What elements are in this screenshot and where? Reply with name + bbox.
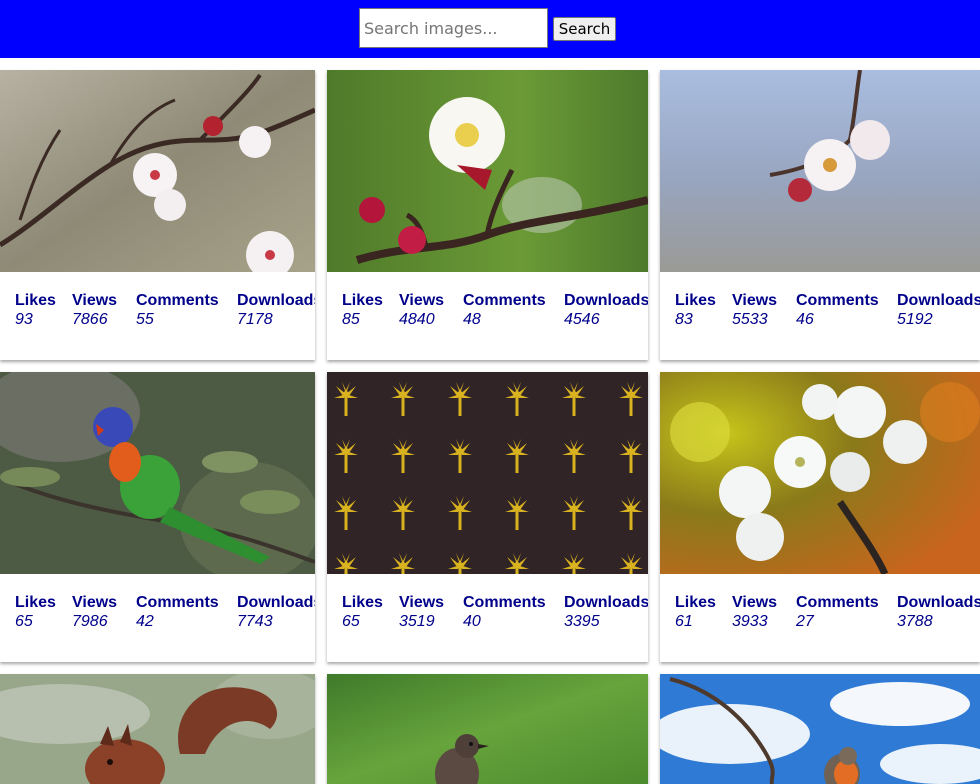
image-thumbnail[interactable] <box>0 674 315 784</box>
views-value: 5533 <box>732 311 768 328</box>
image-thumbnail[interactable] <box>0 70 315 272</box>
comments-stat: Comments 42 <box>136 593 219 631</box>
comments-stat: Comments 40 <box>463 593 546 631</box>
views-stat: Views 3519 <box>399 593 444 631</box>
downloads-stat: Downloads 4546 <box>564 291 648 329</box>
views-stat: Views 7986 <box>72 593 117 631</box>
views-value: 3933 <box>732 613 768 630</box>
likes-stat: Likes 65 <box>15 593 56 631</box>
image-thumbnail[interactable] <box>660 70 980 272</box>
downloads-label: Downloads <box>237 292 315 309</box>
image-card[interactable] <box>660 674 980 784</box>
likes-stat: Likes 85 <box>342 291 383 329</box>
likes-value: 83 <box>675 311 693 328</box>
downloads-value: 3788 <box>897 613 933 630</box>
downloads-stat: Downloads 3395 <box>564 593 648 631</box>
downloads-label: Downloads <box>564 292 648 309</box>
image-card[interactable]: Likes 65 Views 7986 Comments 42 Downloads 77… <box>0 372 315 662</box>
image-card[interactable] <box>0 674 315 784</box>
comments-stat: Comments 27 <box>796 593 879 631</box>
views-label: Views <box>399 292 445 309</box>
comments-label: Comments <box>463 594 546 611</box>
comments-value: 55 <box>136 311 154 328</box>
views-value: 3519 <box>399 613 435 630</box>
search-button[interactable]: Search <box>553 17 616 41</box>
downloads-value: 5192 <box>897 311 933 328</box>
downloads-label: Downloads <box>897 594 980 611</box>
image-thumbnail[interactable] <box>327 674 648 784</box>
downloads-stat: Downloads 5192 <box>897 291 980 329</box>
views-stat: Views 5533 <box>732 291 777 329</box>
downloads-value: 7743 <box>237 613 273 630</box>
downloads-label: Downloads <box>897 292 980 309</box>
image-card[interactable]: Likes 65 Views 3519 Comments 40 Downloads 33… <box>327 372 648 662</box>
views-stat: Views 4840 <box>399 291 444 329</box>
comments-value: 42 <box>136 613 154 630</box>
comments-label: Comments <box>136 594 219 611</box>
downloads-stat: Downloads 7178 <box>237 291 315 329</box>
comments-value: 46 <box>796 311 814 328</box>
image-card[interactable]: Likes 83 Views 5533 Comments 46 Downloads 51… <box>660 70 980 360</box>
comments-label: Comments <box>796 292 879 309</box>
comments-value: 27 <box>796 613 814 630</box>
image-stats: Likes 61 Views 3933 Comments 27 Downloads 37… <box>675 593 980 633</box>
views-value: 7866 <box>72 311 108 328</box>
comments-value: 48 <box>463 311 481 328</box>
likes-label: Likes <box>15 594 56 611</box>
likes-stat: Likes 93 <box>15 291 56 329</box>
comments-value: 40 <box>463 613 481 630</box>
image-thumbnail[interactable] <box>660 372 980 574</box>
likes-label: Likes <box>342 594 383 611</box>
likes-value: 65 <box>15 613 33 630</box>
downloads-label: Downloads <box>564 594 648 611</box>
likes-stat: Likes 61 <box>675 593 716 631</box>
image-card[interactable]: Likes 61 Views 3933 Comments 27 Downloads 37… <box>660 372 980 662</box>
image-thumbnail[interactable] <box>660 674 980 784</box>
comments-stat: Comments 48 <box>463 291 546 329</box>
likes-value: 85 <box>342 311 360 328</box>
likes-label: Likes <box>342 292 383 309</box>
downloads-stat: Downloads 3788 <box>897 593 980 631</box>
likes-label: Likes <box>15 292 56 309</box>
comments-label: Comments <box>796 594 879 611</box>
downloads-value: 4546 <box>564 311 600 328</box>
image-card[interactable]: Likes 93 Views 7866 Comments 55 Downloads 71… <box>0 70 315 360</box>
comments-label: Comments <box>136 292 219 309</box>
image-thumbnail[interactable] <box>327 70 648 272</box>
views-stat: Views 3933 <box>732 593 777 631</box>
image-stats: Likes 85 Views 4840 Comments 48 Downloads 45… <box>342 291 648 331</box>
downloads-value: 7178 <box>237 311 273 328</box>
views-label: Views <box>399 594 445 611</box>
header-bar: Search <box>0 0 980 58</box>
likes-label: Likes <box>675 594 716 611</box>
downloads-label: Downloads <box>237 594 315 611</box>
likes-value: 93 <box>15 311 33 328</box>
search-input[interactable] <box>359 8 548 48</box>
likes-value: 61 <box>675 613 693 630</box>
views-label: Views <box>72 292 118 309</box>
views-label: Views <box>732 594 778 611</box>
comments-label: Comments <box>463 292 546 309</box>
image-thumbnail[interactable] <box>0 372 315 574</box>
likes-value: 65 <box>342 613 360 630</box>
likes-stat: Likes 65 <box>342 593 383 631</box>
views-value: 4840 <box>399 311 435 328</box>
image-card[interactable]: Likes 85 Views 4840 Comments 48 Downloads 45… <box>327 70 648 360</box>
image-thumbnail[interactable] <box>327 372 648 574</box>
image-stats: Likes 65 Views 3519 Comments 40 Downloads 33… <box>342 593 648 633</box>
likes-label: Likes <box>675 292 716 309</box>
views-stat: Views 7866 <box>72 291 117 329</box>
comments-stat: Comments 55 <box>136 291 219 329</box>
views-label: Views <box>732 292 778 309</box>
views-value: 7986 <box>72 613 108 630</box>
downloads-stat: Downloads 7743 <box>237 593 315 631</box>
views-label: Views <box>72 594 118 611</box>
image-card[interactable] <box>327 674 648 784</box>
comments-stat: Comments 46 <box>796 291 879 329</box>
image-stats: Likes 65 Views 7986 Comments 42 Downloads 77… <box>15 593 315 633</box>
downloads-value: 3395 <box>564 613 600 630</box>
image-stats: Likes 93 Views 7866 Comments 55 Downloads 71… <box>15 291 315 331</box>
image-stats: Likes 83 Views 5533 Comments 46 Downloads 51… <box>675 291 980 331</box>
likes-stat: Likes 83 <box>675 291 716 329</box>
